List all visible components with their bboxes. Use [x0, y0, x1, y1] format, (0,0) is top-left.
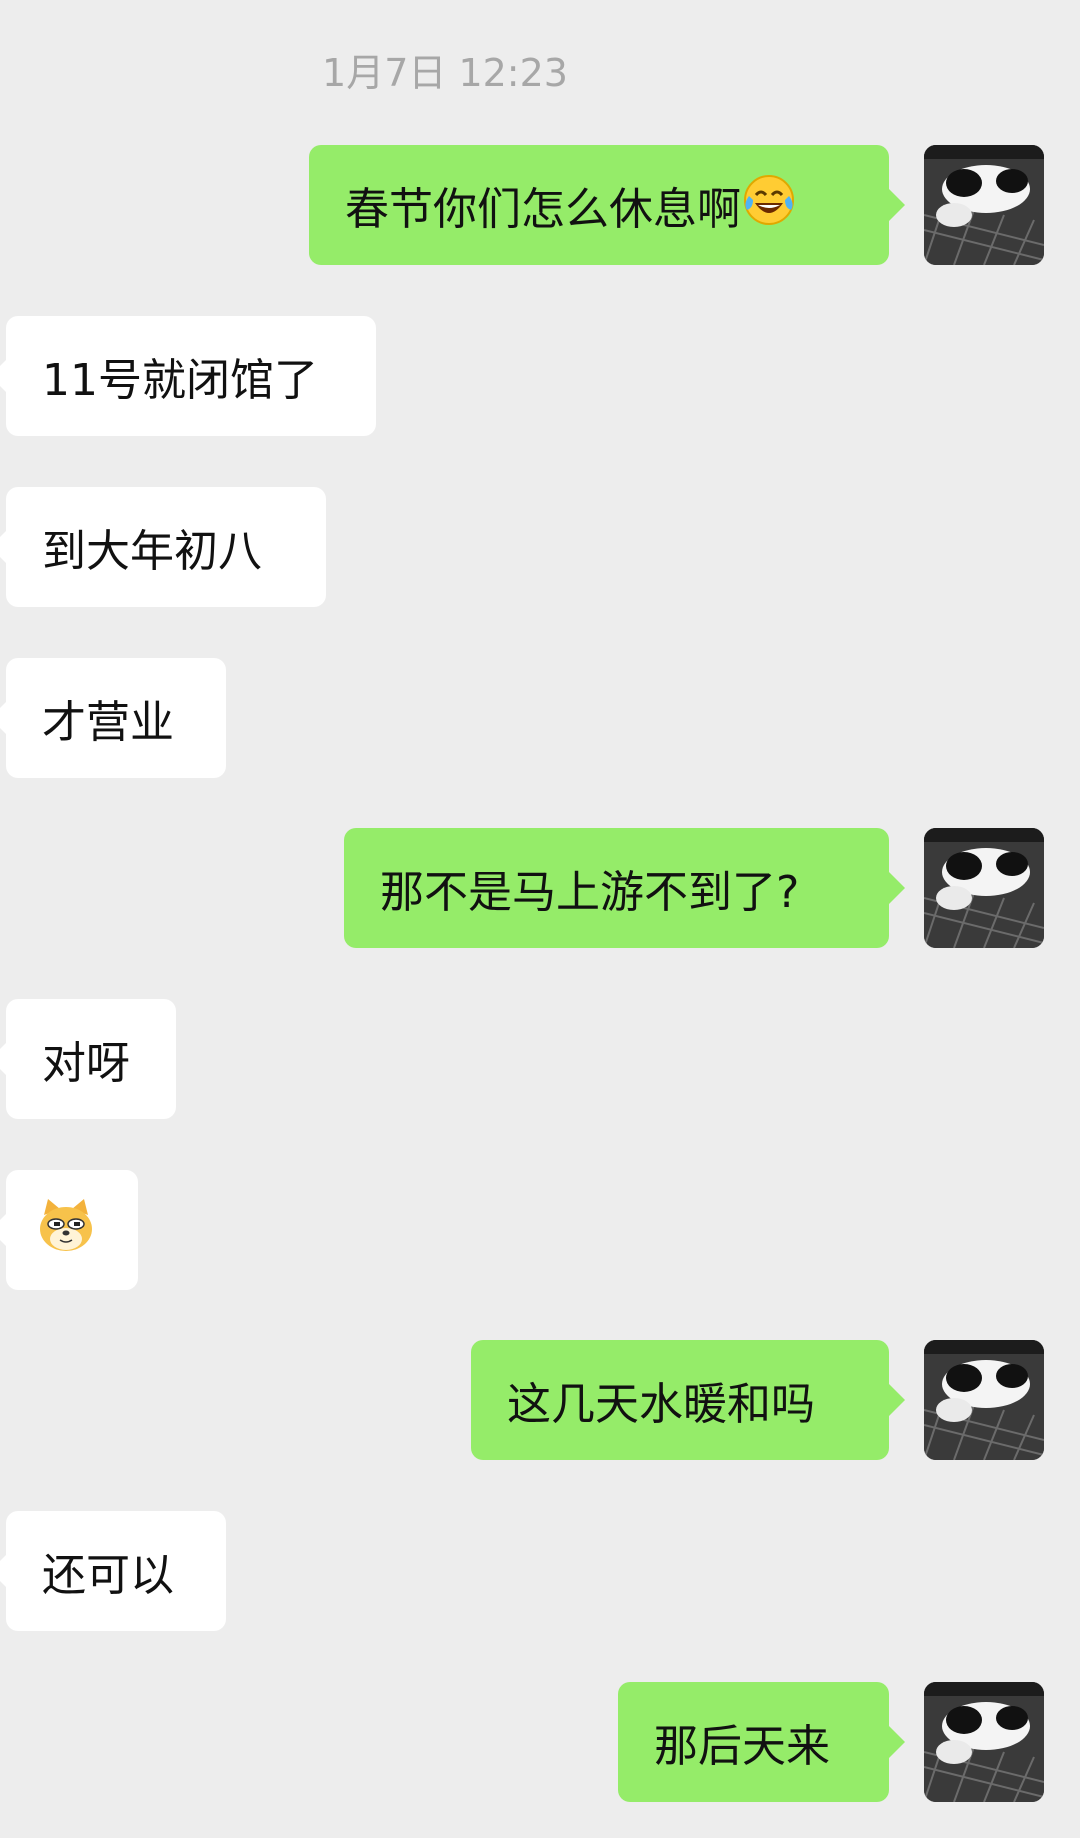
- message-text: 那不是马上游不到了?: [380, 867, 800, 918]
- message-bubble[interactable]: 春节你们怎么休息啊: [309, 145, 905, 265]
- doge-emoji: [36, 1195, 96, 1266]
- message-text: 到大年初八: [42, 526, 262, 577]
- cat-avatar-photo[interactable]: [924, 1682, 1044, 1802]
- message-text: 这几天水暖和吗: [507, 1379, 815, 1430]
- message-row-outgoing: 这几天水暖和吗: [0, 1340, 1080, 1460]
- message-text: 才营业: [42, 697, 174, 748]
- message-text: 那后天来: [654, 1721, 830, 1772]
- message-bubble[interactable]: 11号就闭馆了: [0, 316, 376, 436]
- message-bubble[interactable]: 对呀: [0, 999, 176, 1119]
- message-row-incoming: 11号就闭馆了: [0, 316, 1080, 436]
- message-bubble[interactable]: 那后天来: [618, 1682, 905, 1802]
- message-row-incoming: 到大年初八: [0, 487, 1080, 607]
- chat-conversation: 1月7日 12:23 春节你们怎么休息啊 11号就闭馆了 到大年初八 才营业 那…: [0, 0, 1080, 1838]
- tears-of-joy-emoji: [741, 172, 797, 239]
- message-bubble[interactable]: 到大年初八: [0, 487, 326, 607]
- message-text: 还可以: [42, 1550, 174, 1601]
- cat-avatar-photo[interactable]: [924, 828, 1044, 948]
- message-text: 春节你们怎么休息啊: [345, 184, 741, 235]
- message-text: 11号就闭馆了: [42, 355, 318, 406]
- message-bubble[interactable]: [0, 1170, 138, 1290]
- timestamp: 1月7日 12:23: [322, 51, 568, 95]
- message-row-incoming: 对呀: [0, 999, 1080, 1119]
- cat-avatar-photo[interactable]: [924, 1340, 1044, 1460]
- message-bubble[interactable]: 那不是马上游不到了?: [344, 828, 905, 948]
- message-row-outgoing: 那后天来: [0, 1682, 1080, 1802]
- cat-avatar-photo[interactable]: [924, 145, 1044, 265]
- message-row-outgoing: 那不是马上游不到了?: [0, 828, 1080, 948]
- message-row-incoming: 才营业: [0, 658, 1080, 778]
- message-bubble[interactable]: 还可以: [0, 1511, 226, 1631]
- message-row-incoming: [0, 1170, 1080, 1290]
- message-bubble[interactable]: 才营业: [0, 658, 226, 778]
- message-row-incoming: 还可以: [0, 1511, 1080, 1631]
- message-row-outgoing: 春节你们怎么休息啊: [0, 145, 1080, 265]
- message-text: 对呀: [42, 1038, 130, 1089]
- message-bubble[interactable]: 这几天水暖和吗: [471, 1340, 905, 1460]
